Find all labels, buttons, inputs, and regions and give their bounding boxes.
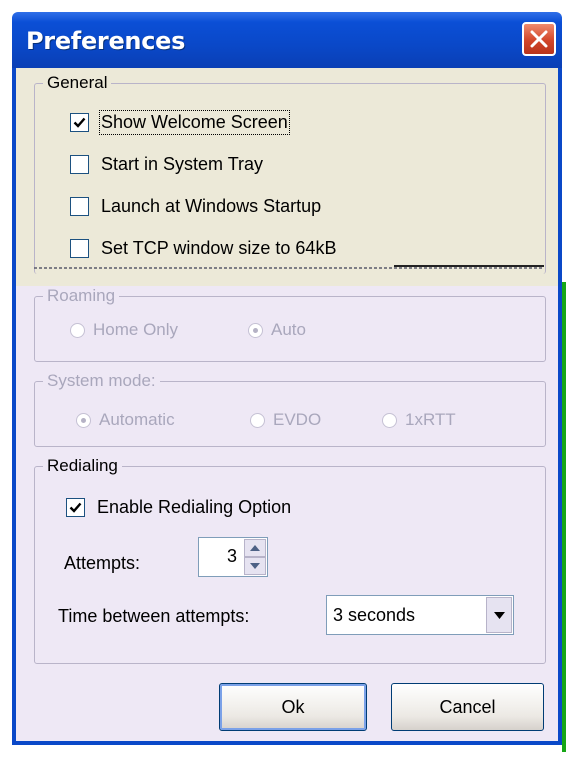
- time-between-attempts-label: Time between attempts:: [58, 606, 250, 626]
- start-in-system-tray-checkbox[interactable]: [70, 154, 89, 174]
- launch-at-startup-checkbox[interactable]: [70, 196, 89, 216]
- time-between-attempts-value: 3 seconds: [333, 605, 416, 625]
- system-mode-automatic-label: Automatic: [99, 410, 175, 429]
- roaming-auto-label: Auto: [271, 320, 306, 339]
- title-bar[interactable]: Preferences: [12, 12, 562, 68]
- roaming-home-only-radio[interactable]: [70, 322, 85, 338]
- roaming-legend: Roaming: [43, 286, 120, 306]
- system-mode-evdo-radio[interactable]: [250, 412, 265, 428]
- enable-redialing-option[interactable]: Enable Redialing Option: [66, 493, 291, 521]
- checkmark-icon: [69, 502, 82, 513]
- tcp-window-size-checkbox[interactable]: [70, 238, 89, 258]
- system-mode-evdo-option[interactable]: EVDO: [250, 410, 321, 430]
- start-in-system-tray-option[interactable]: Start in System Tray: [70, 150, 263, 178]
- system-mode-1xrtt-radio[interactable]: [382, 412, 397, 428]
- attempts-spinner[interactable]: 3: [198, 537, 268, 577]
- ok-button[interactable]: Ok: [219, 683, 367, 731]
- close-icon: [530, 30, 548, 48]
- attempts-up-button[interactable]: [244, 539, 266, 557]
- redialing-legend: Redialing: [43, 456, 122, 476]
- enable-redialing-checkbox[interactable]: [66, 497, 85, 517]
- roaming-home-only-option[interactable]: Home Only: [70, 320, 178, 340]
- render-artifact: [34, 265, 544, 269]
- spin-down-arrow-icon: [250, 563, 260, 569]
- window-frame-accent: [562, 282, 566, 752]
- start-in-system-tray-label: Start in System Tray: [101, 153, 264, 174]
- system-mode-1xrtt-label: 1xRTT: [405, 410, 456, 429]
- attempts-value: 3: [226, 546, 237, 566]
- system-mode-1xrtt-option[interactable]: 1xRTT: [382, 410, 456, 430]
- show-welcome-screen-option[interactable]: Show Welcome Screen: [70, 108, 290, 136]
- attempts-down-button[interactable]: [244, 557, 266, 575]
- system-mode-automatic-radio[interactable]: [76, 412, 91, 428]
- window-frame-bottom: [12, 741, 562, 745]
- system-mode-evdo-label: EVDO: [273, 410, 322, 429]
- cancel-button[interactable]: Cancel: [391, 683, 544, 731]
- close-button[interactable]: [522, 22, 556, 56]
- system-mode-legend: System mode:: [43, 371, 160, 391]
- launch-at-startup-label: Launch at Windows Startup: [101, 195, 322, 216]
- roaming-home-only-label: Home Only: [93, 320, 179, 339]
- enable-redialing-label: Enable Redialing Option: [97, 496, 292, 517]
- checkmark-icon: [73, 117, 86, 128]
- roaming-auto-option[interactable]: Auto: [248, 320, 306, 340]
- spin-up-arrow-icon: [250, 545, 260, 551]
- tcp-window-size-label: Set TCP window size to 64kB: [101, 237, 337, 258]
- chevron-down-icon: [494, 612, 505, 619]
- show-welcome-screen-label: Show Welcome Screen: [99, 109, 290, 135]
- attempts-label: Attempts:: [64, 553, 141, 573]
- general-legend: General: [43, 73, 112, 93]
- time-between-attempts-select[interactable]: 3 seconds: [326, 595, 514, 635]
- roaming-auto-radio[interactable]: [248, 322, 263, 338]
- launch-at-startup-option[interactable]: Launch at Windows Startup: [70, 192, 321, 220]
- time-between-attempts-dropdown-button[interactable]: [486, 597, 512, 633]
- system-mode-automatic-option[interactable]: Automatic: [76, 410, 175, 430]
- show-welcome-screen-checkbox[interactable]: [70, 112, 89, 132]
- window-title: Preferences: [26, 27, 186, 55]
